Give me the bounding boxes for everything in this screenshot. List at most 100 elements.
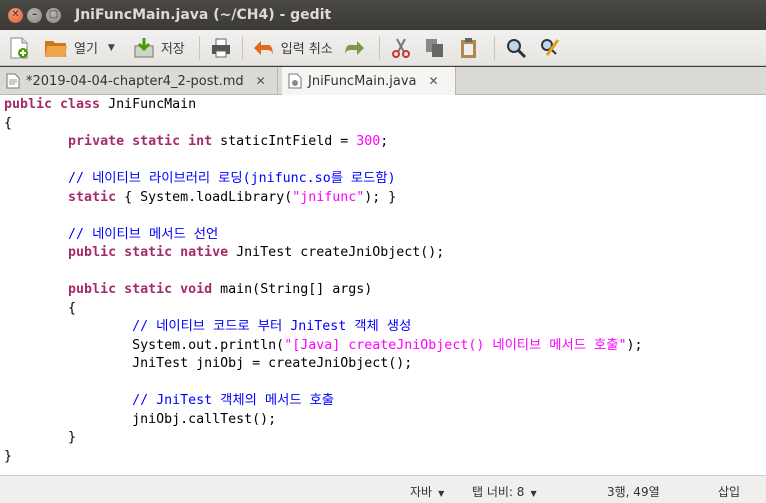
- chevron-down-icon: ▼: [438, 489, 445, 498]
- maximize-window-button[interactable]: ▢: [46, 7, 61, 23]
- clipboard-icon: [460, 37, 476, 58]
- magnifier-icon: [506, 38, 526, 58]
- printer-icon: [211, 38, 230, 57]
- code-token: System.out.println(: [4, 337, 285, 353]
- code-line[interactable]: {: [4, 300, 76, 318]
- code-line[interactable]: // 네이티브 메서드 선언: [4, 226, 218, 244]
- code-token: "jnifunc": [292, 189, 365, 205]
- undo-button[interactable]: 입력 취소: [249, 33, 337, 63]
- save-button[interactable]: 저장: [129, 33, 189, 63]
- tab-width-selector[interactable]: 탭 너비: 8 ▼: [472, 483, 537, 500]
- code-line[interactable]: }: [4, 448, 12, 466]
- document-tabs: *2019-04-04-chapter4_2-post.md ✕ JniFunc…: [0, 67, 766, 95]
- code-token: {: [4, 300, 77, 316]
- code-line[interactable]: public static void main(String[] args): [4, 281, 372, 299]
- code-line[interactable]: JniTest jniObj = createJniObject();: [4, 355, 412, 373]
- status-bar: 자바 ▼ 탭 너비: 8 ▼ 3행, 49열 삽입: [0, 475, 766, 503]
- code-token: // 네이티브 라이브러리 로딩(jnifunc.so를 로드함): [68, 171, 396, 186]
- code-token: jniObj.callTest();: [4, 411, 277, 427]
- toolbar-separator: [241, 35, 243, 60]
- code-token: // JniTest 객체의 메서드 호출: [132, 393, 335, 408]
- code-token: "[Java] createJniObject() 네이티브 메서드 호출": [284, 337, 627, 353]
- tab-label: JniFuncMain.java: [308, 73, 417, 89]
- close-window-button[interactable]: ✕: [8, 7, 23, 23]
- copy-icon: [425, 38, 443, 57]
- print-button[interactable]: [206, 33, 236, 63]
- save-icon: [134, 37, 154, 57]
- find-replace-icon: [540, 38, 559, 56]
- code-token: JniFuncMain: [100, 97, 197, 112]
- undo-arrow-icon: [253, 40, 273, 56]
- chevron-down-icon: ▼: [530, 489, 537, 498]
- code-token: JniTest jniObj = createJniObject();: [4, 356, 413, 371]
- code-line[interactable]: // 네이티브 코드로 부터 JniTest 객체 생성: [4, 318, 411, 336]
- code-line[interactable]: public class JniFuncMain: [4, 96, 196, 114]
- scissors-icon: [391, 38, 410, 58]
- open-label: 열기: [74, 42, 98, 57]
- tab-label: *2019-04-04-chapter4_2-post.md: [26, 73, 244, 89]
- code-token: { System.loadLibrary(: [116, 189, 293, 205]
- code-token: 300: [356, 134, 381, 149]
- language-label: 자바: [410, 485, 433, 499]
- tab-width-label: 탭 너비: 8: [472, 485, 525, 499]
- code-token: }: [4, 448, 13, 464]
- tab-close-icon[interactable]: ✕: [256, 74, 266, 88]
- open-button[interactable]: 열기 ▼: [40, 33, 119, 63]
- redo-arrow-icon: [344, 40, 364, 56]
- code-line[interactable]: }: [4, 429, 76, 447]
- tab-jnifuncmain[interactable]: JniFuncMain.java ✕: [282, 67, 456, 95]
- code-token: ); }: [364, 189, 397, 205]
- code-token: static: [68, 189, 117, 205]
- code-line[interactable]: // 네이티브 라이브러리 로딩(jnifunc.so를 로드함): [4, 170, 396, 188]
- minimize-window-button[interactable]: –: [27, 7, 42, 23]
- code-line[interactable]: jniObj.callTest();: [4, 411, 276, 429]
- toolbar-separator: [378, 35, 380, 60]
- code-line[interactable]: System.out.println("[Java] createJniObje…: [4, 337, 642, 355]
- undo-label: 입력 취소: [280, 42, 333, 57]
- save-label: 저장: [160, 42, 185, 57]
- code-token: public static void: [68, 282, 213, 297]
- code-line[interactable]: private static int staticIntField = 300;: [4, 133, 388, 151]
- code-token: ;: [380, 134, 389, 149]
- code-token: staticIntField =: [212, 134, 357, 149]
- tab-close-icon[interactable]: ✕: [428, 74, 438, 88]
- code-token: }: [4, 430, 77, 445]
- code-token: public class: [4, 97, 101, 112]
- new-document-button[interactable]: [4, 33, 34, 63]
- cut-button[interactable]: [386, 33, 416, 63]
- insert-mode: 삽입: [718, 485, 741, 499]
- paste-button[interactable]: [454, 33, 484, 63]
- code-token: main(String[] args): [212, 282, 373, 297]
- code-token: public static native: [68, 245, 229, 260]
- code-token: // 네이티브 코드로 부터 JniTest 객체 생성: [132, 319, 412, 334]
- code-token: // 네이티브 메서드 선언: [68, 226, 219, 242]
- copy-button[interactable]: [420, 33, 450, 63]
- cursor-position: 3행, 49열: [607, 485, 660, 499]
- window-title: JniFuncMain.java (~/CH4) - gedit: [75, 7, 332, 23]
- code-line[interactable]: public static native JniTest createJniOb…: [4, 244, 444, 262]
- find-replace-button[interactable]: [535, 33, 565, 63]
- code-line[interactable]: // JniTest 객체의 메서드 호출: [4, 392, 334, 410]
- redo-button[interactable]: [339, 33, 369, 63]
- code-token: JniTest createJniObject();: [228, 245, 445, 260]
- code-line[interactable]: static { System.loadLibrary("jnifunc"); …: [4, 189, 396, 207]
- find-button[interactable]: [501, 33, 531, 63]
- tab-markdown-post[interactable]: *2019-04-04-chapter4_2-post.md ✕: [0, 67, 278, 95]
- code-token: );: [626, 337, 643, 353]
- code-editor[interactable]: public class JniFuncMain{ private static…: [0, 95, 766, 475]
- language-selector[interactable]: 자바 ▼: [410, 483, 444, 500]
- open-recent-dropdown-icon[interactable]: ▼: [108, 43, 115, 53]
- new-document-icon: [10, 37, 28, 58]
- code-line[interactable]: {: [4, 115, 12, 133]
- title-bar: ✕ – ▢ JniFuncMain.java (~/CH4) - gedit: [0, 0, 766, 30]
- code-token: private static int: [68, 134, 213, 149]
- toolbar-separator: [198, 35, 200, 60]
